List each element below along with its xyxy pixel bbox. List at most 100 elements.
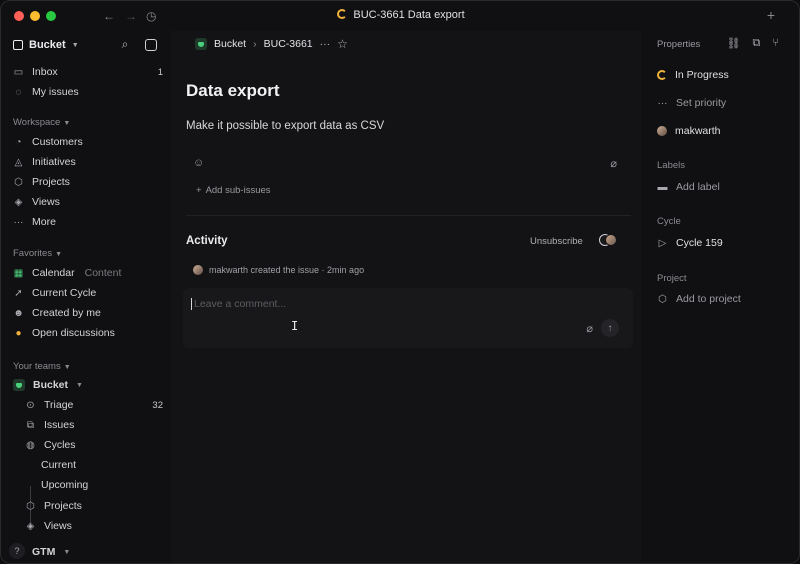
team-bucket-icon [195,38,207,50]
new-issue-button[interactable] [143,36,159,52]
status-property[interactable]: In Progress [657,69,729,81]
sidebar-item-label: Views [32,196,60,208]
activity-entry-text: makwarth created the issue · 2min ago [209,265,365,275]
sidebar-item-label: Initiatives [32,156,76,168]
sidebar-item-label: Triage [44,399,74,411]
send-comment-button[interactable]: ↑ [601,319,619,337]
sidebar-item-label: Created by me [32,307,101,319]
project-section-header: Project [657,273,687,284]
customers-icon: ◔ [15,136,22,148]
sidebar-item-label: Inbox [32,66,58,78]
sidebar-item-my-issues[interactable]: ◌ My issues [13,83,163,101]
add-label-text: Add label [676,181,720,193]
chevron-right-icon: › [253,38,257,50]
label-tag-icon: ▬ [657,181,668,193]
add-to-project-button[interactable]: ⬡ Add to project [657,293,741,305]
assignee-value: makwarth [675,125,721,137]
team-item-views[interactable]: ◈ Views [25,517,163,535]
more-options-icon[interactable]: ··· [320,38,331,50]
caret-down-icon: ▼ [55,251,63,258]
favorite-item-open-discussions[interactable]: ● Open discussions [13,324,163,342]
comment-paperclip-icon[interactable]: ⌀ [586,322,593,335]
sidebar-item-inbox[interactable]: ▭ Inbox 1 [13,63,163,81]
section-divider [186,215,631,216]
cycle-value: Cycle 159 [676,237,723,249]
cycle-property[interactable]: ▷ Cycle 159 [657,237,723,249]
new-tab-plus-icon[interactable]: + [767,7,775,23]
smile-icon: ☻ [13,307,24,319]
breadcrumb-team[interactable]: Bucket [214,38,246,50]
breadcrumb-issue-id[interactable]: BUC-3661 [264,38,313,50]
assignee-property[interactable]: makwarth [657,125,721,137]
workspace-switcher[interactable]: Bucket ▼ [13,39,79,51]
sidebar-item-projects[interactable]: ⬡ Projects [13,173,163,191]
caret-down-icon: ▼ [63,364,71,371]
text-cursor-icon: I [291,319,299,333]
window-title: BUC-3661 Data export [1,9,799,21]
help-icon: ? [14,546,20,556]
add-reaction-icon[interactable]: ☺ [193,157,204,169]
sidebar-item-label: Projects [44,500,82,512]
emoji-icon: ● [15,327,22,339]
team-item-issues[interactable]: ⧉ Issues [25,416,163,434]
cycle-play-icon: ▷ [658,237,667,249]
cycle-section-header: Cycle [657,216,681,227]
star-icon[interactable]: ☆ [337,37,348,51]
add-label-button[interactable]: ▬ Add label [657,181,720,193]
priority-value: Set priority [676,97,727,109]
link-icon[interactable]: ⛓ [727,37,741,50]
comment-box: ⌀ ↑ [183,288,633,348]
team-gtm[interactable]: GTM ▼ [32,543,132,561]
cycle-item-current[interactable]: Current [41,456,163,474]
section-label: Your teams [13,361,61,372]
teams-section-header[interactable]: Your teams ▼ [13,361,71,372]
project-cube-icon: ⬡ [658,293,667,305]
sidebar-item-more[interactable]: ··· More [13,213,163,231]
sidebar-item-label: More [32,216,56,228]
app-window: ← → ◷ BUC-3661 Data export + Bucket ▼ ⌕ … [0,0,800,564]
copy-icon[interactable]: ⧉ [753,37,761,50]
add-sub-issues-button[interactable]: + Add sub-issues [196,185,271,196]
caret-down-icon: ▼ [63,548,71,556]
issue-description[interactable]: Make it possible to export data as CSV [186,120,384,132]
compose-icon [145,39,157,51]
add-project-text: Add to project [676,293,741,305]
status-value: In Progress [675,69,729,81]
help-button[interactable]: ? [9,543,25,559]
sidebar-item-label: Views [44,520,72,532]
unsubscribe-button[interactable]: Unsubscribe [530,236,583,247]
team-item-projects[interactable]: ⬡ Projects [25,497,163,515]
sidebar-item-initiatives[interactable]: ◬ Initiatives [13,153,163,171]
issue-detail: Bucket › BUC-3661 ··· ☆ Data export Make… [171,31,641,563]
sidebar-item-label: Upcoming [41,479,89,491]
branch-icon[interactable]: ⑂ [772,37,779,50]
favorite-item-calendar[interactable]: ▦ Calendar Content [13,264,163,282]
sidebar-item-label: Current [41,459,77,471]
sidebar-item-customers[interactable]: ◔ Customers [13,133,163,151]
favorites-section-header[interactable]: Favorites ▼ [13,248,62,259]
team-bucket[interactable]: Bucket ▼ [13,376,163,394]
sidebar-item-label: Customers [32,136,83,148]
comment-input[interactable] [191,298,571,310]
priority-property[interactable]: ··· Set priority [657,97,727,109]
sidebar-item-label: Current Cycle [32,287,97,299]
priority-icon: ··· [657,97,668,109]
sidebar-item-views[interactable]: ◈ Views [13,193,163,211]
issue-title[interactable]: Data export [186,81,280,101]
subscribers-avatars[interactable] [599,234,617,247]
in-progress-status-icon [337,9,348,19]
team-bucket-icon [13,379,25,391]
team-item-triage[interactable]: ⊙ Triage 32 [25,396,163,414]
search-icon[interactable]: ⌕ [117,36,133,52]
views-icon: ◈ [14,196,23,208]
sidebar-item-label: Cycles [44,439,76,451]
favorite-item-created-by-me[interactable]: ☻ Created by me [13,304,163,322]
paperclip-icon[interactable]: ⌀ [610,157,617,170]
views-icon: ◈ [26,520,35,532]
cycle-item-upcoming[interactable]: Upcoming [41,476,163,494]
workspace-section-header[interactable]: Workspace ▼ [13,117,70,128]
team-item-cycles[interactable]: ◍ Cycles [25,436,163,454]
section-label: Workspace [13,117,61,128]
favorite-item-current-cycle[interactable]: ➚ Current Cycle [13,284,163,302]
sidebar-item-label: Open discussions [32,327,115,339]
